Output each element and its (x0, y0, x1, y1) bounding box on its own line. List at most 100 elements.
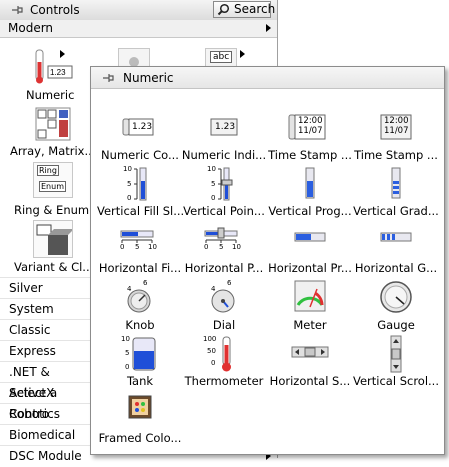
item-label: Dial (212, 318, 236, 332)
scale-label: 10 (232, 243, 241, 251)
palette-select-control[interactable]: Select a Contro (0, 382, 90, 421)
item-label: Numeric Indi... (181, 148, 267, 162)
controls-titlebar[interactable]: Controls Search (0, 0, 277, 21)
item-label: Vertical Poin... (183, 204, 265, 218)
item-label: Vertical Fill Sl... (97, 204, 183, 218)
chevron-right-icon (266, 24, 271, 32)
section-modern-label: Modern (8, 21, 54, 35)
vertical-progress-bar-icon (267, 165, 353, 203)
ring-text: Ring (37, 165, 59, 176)
numeric-control-item[interactable]: 1.23 Numeric Co... (97, 109, 183, 165)
scale-label: 5 (219, 243, 224, 251)
scale-label: 0 (204, 243, 209, 251)
scale-label: 5 (127, 180, 132, 188)
item-label: Vertical Prog... (268, 204, 352, 218)
knob-icon: 6 4 (97, 279, 183, 317)
scale-label: 10 (121, 335, 130, 343)
ring-enum-category-icon: Ring Enum (33, 162, 73, 198)
scale-label: 0 (125, 363, 130, 371)
horizontal-progress-bar-item[interactable]: Horizontal Pr... (267, 222, 353, 278)
palette-dotnet-activex[interactable]: .NET & ActiveX (0, 361, 90, 400)
numeric-value-text: 1.23 (215, 122, 236, 132)
horizontal-fill-slide-item[interactable]: 0 5 10 Horizontal Fi... (97, 222, 183, 278)
scale-label: 10 (148, 243, 157, 251)
scale-label: 6 (227, 279, 232, 287)
string-category-icon[interactable]: abc (205, 48, 237, 68)
category-label: Array, Matrix... (10, 144, 96, 158)
numeric-category-icon: 1.23 (28, 48, 73, 84)
item-label: Horizontal G... (354, 261, 438, 275)
abc-text: abc (210, 51, 233, 63)
boolean-category-icon[interactable] (118, 48, 150, 68)
item-label: Time Stamp ... (268, 148, 352, 162)
time-stamp-control-item[interactable]: 12:00 11/07 Time Stamp ... (267, 109, 353, 165)
palette-express[interactable]: Express (0, 340, 90, 361)
vertical-pointer-slide-item[interactable]: 10 5 0 Vertical Poin... (181, 165, 267, 221)
palette-biomedical[interactable]: Biomedical (0, 424, 90, 445)
enum-text: Enum (39, 181, 66, 192)
item-label: Time Stamp ... (354, 148, 438, 162)
gauge-item[interactable]: Gauge (353, 279, 439, 335)
palette-silver[interactable]: Silver (0, 277, 90, 298)
palette-classic[interactable]: Classic (0, 319, 90, 340)
knob-item[interactable]: 6 4 Knob (97, 279, 183, 335)
vertical-progress-bar-item[interactable]: Vertical Prog... (267, 165, 353, 221)
category-ring-enum[interactable]: Ring Enum Ring & Enum (0, 160, 92, 217)
scale-label: 4 (127, 285, 132, 293)
framed-color-box-item[interactable]: Framed Colo... (97, 392, 183, 448)
vertical-pointer-slide-icon: 10 5 0 (181, 165, 267, 203)
meter-item[interactable]: Meter (267, 279, 353, 335)
category-variant[interactable]: Variant & Cl... (0, 218, 93, 276)
numeric-titlebar[interactable]: Numeric (91, 67, 444, 89)
numeric-value-text: 1.23 (132, 122, 153, 132)
vertical-fill-slide-item[interactable]: 10 5 0 Vertical Fill Sl... (97, 165, 183, 221)
time-line1-text: 12:00 (298, 116, 323, 126)
palette-robotics[interactable]: Robotics (0, 403, 90, 424)
category-array[interactable]: Array, Matrix... (0, 104, 95, 160)
dial-item[interactable]: 6 4 Dial (181, 279, 267, 335)
horizontal-fill-slide-icon: 0 5 10 (97, 222, 183, 260)
numeric-indicator-item[interactable]: 1.23 Numeric Indi... (181, 109, 267, 165)
item-label: Horizontal P... (184, 261, 264, 275)
vertical-scrollbar-item[interactable]: Vertical Scrol... (353, 335, 439, 391)
search-button[interactable]: Search (213, 1, 275, 18)
scale-label: 10 (207, 165, 216, 173)
thermometer-icon: 100 50 0 (181, 335, 267, 373)
pin-icon[interactable] (10, 3, 24, 17)
time-line2-text: 11/07 (384, 126, 409, 136)
item-label: Horizontal S... (269, 374, 351, 388)
gauge-icon (353, 279, 439, 317)
item-label: Thermometer (184, 374, 264, 388)
dial-icon: 6 4 (181, 279, 267, 317)
horizontal-scrollbar-item[interactable]: Horizontal S... (267, 335, 353, 391)
scale-label: 0 (211, 359, 216, 367)
palette-system[interactable]: System (0, 298, 90, 319)
scale-label: 6 (143, 279, 148, 287)
scale-label: 5 (135, 243, 140, 251)
horizontal-graduated-bar-item[interactable]: Horizontal G... (353, 222, 439, 278)
category-numeric[interactable]: 1.23 Numeric (20, 48, 92, 102)
time-stamp-indicator-icon: 12:00 11/07 (353, 109, 439, 147)
item-label: Framed Colo... (98, 431, 182, 445)
palette-dsc-module[interactable]: DSC Module (0, 445, 90, 466)
horizontal-pointer-slide-item[interactable]: 0 5 10 Horizontal P... (181, 222, 267, 278)
time-line2-text: 11/07 (298, 126, 323, 136)
horizontal-pointer-slide-icon: 0 5 10 (181, 222, 267, 260)
section-modern[interactable]: Modern (0, 20, 277, 38)
vertical-graduated-bar-item[interactable]: Vertical Grad... (353, 165, 439, 221)
scale-label: 5 (211, 180, 216, 188)
vertical-graduated-bar-icon (353, 165, 439, 203)
item-label: Meter (293, 318, 327, 332)
pin-icon[interactable] (101, 71, 115, 85)
scale-label: 0 (211, 194, 216, 202)
item-label: Gauge (377, 318, 415, 332)
numeric-title: Numeric (123, 71, 174, 85)
controls-title: Controls (30, 3, 80, 17)
horizontal-progress-bar-icon (267, 222, 353, 260)
thermometer-item[interactable]: 100 50 0 Thermometer (181, 335, 267, 391)
tank-item[interactable]: 10 5 0 Tank (97, 335, 183, 391)
scale-label: 50 (207, 347, 216, 355)
time-stamp-indicator-item[interactable]: 12:00 11/07 Time Stamp ... (353, 109, 439, 165)
item-label: Numeric Co... (101, 148, 179, 162)
item-label: Vertical Grad... (353, 204, 439, 218)
